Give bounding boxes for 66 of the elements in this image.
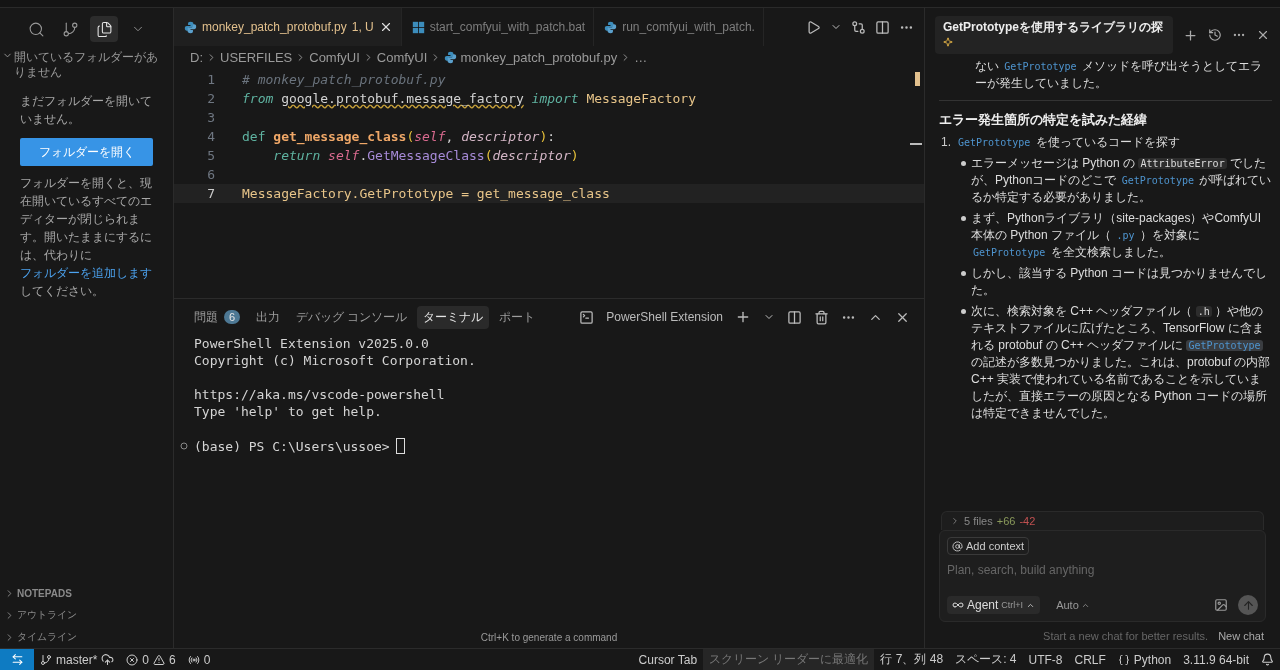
chat-input[interactable]: Plan, search, build anything (947, 561, 1258, 589)
list-item: 次に、検索対象を C++ ヘッダファイル（ .h ）や他のテキストファイルに広げたところ、TensorFlow に含まれる protobuf の C++ ヘッダファイルに GetPrototype の記述が多数見つかりました。これは、protobuf の内部 C++ 実装で使われている名前であることを示していましたが、直接エラーの原因となる Python コードの場所は特定できませんでした。 (971, 303, 1272, 422)
branch-status[interactable]: master* (34, 649, 121, 670)
status-item[interactable]: CRLF (1068, 649, 1112, 670)
status-item[interactable]: 行 7、列 48 (874, 649, 950, 670)
breadcrumb[interactable]: ComfyUI (309, 49, 360, 65)
chat-heading: エラー発生箇所の特定を試みた経緯 (939, 111, 1148, 128)
breadcrumb[interactable]: … (634, 49, 648, 65)
files-summary[interactable]: 5 files +66 -42 (941, 511, 1264, 530)
line-number: 4 (206, 129, 216, 144)
list-item: まず、Pythonライブラリ（site-packages）やComfyUI本体の Python ファイル（ .py ）を対象に GetPrototype を全文検索しました。 (971, 210, 1263, 261)
agent-mode-button[interactable]: Agent Ctrl+I (947, 596, 1041, 614)
list-number: 1. (941, 134, 951, 151)
code-line: return self.GetMessageClass(descriptor) (272, 148, 579, 163)
terminal-line: Copyright (c) Microsoft Corporation. (194, 353, 477, 370)
terminal-line: https://aka.ms/vscode-powershell (194, 387, 446, 404)
language-status[interactable]: Python (1111, 649, 1178, 670)
status-item[interactable]: スペース: 4 (949, 649, 1023, 670)
add-folder-link[interactable]: フォルダーを追加します (20, 266, 152, 280)
list-item: エラーメッセージは Python の AttributeError でしたが、Pythonコードのどこで GetPrototype が呼ばれているか特定する必要がありました。 (971, 155, 1272, 206)
line-number: 6 (206, 167, 216, 182)
problems-status[interactable]: 0 6 (120, 649, 182, 670)
list-item: GetPrototype を使っているコードを探す (957, 134, 1180, 151)
panel-tab[interactable]: ポート (493, 305, 542, 329)
panel-tab[interactable]: デバッグ コンソール (290, 305, 414, 329)
ports-status[interactable]: 0 (181, 649, 217, 670)
new-chat-link[interactable]: New chat (1218, 630, 1264, 642)
status-item[interactable]: 3.11.9 64-bit (1177, 649, 1255, 670)
panel-tab[interactable]: ターミナル (417, 305, 490, 329)
breadcrumb[interactable]: ComfyUI (376, 49, 428, 65)
line-number: 7 (206, 186, 216, 201)
breadcrumb[interactable]: USERFILES (220, 49, 293, 65)
terminal-hint: Ctrl+K to generate a command (479, 632, 619, 645)
terminal-prompt: (base) PS C:\Users\ussoe> (194, 438, 390, 454)
line-number: 2 (206, 91, 216, 106)
terminal-line: PowerShell Extension v2025.0.0 (194, 336, 430, 353)
line-number: 3 (206, 110, 216, 125)
editor-tab[interactable]: monkey_patch_protobuf.py 1, U (174, 8, 402, 46)
breadcrumb[interactable]: monkey_patch_protobuf.py (460, 49, 618, 65)
count-badge: 6 (224, 310, 241, 324)
new-chat-hint: Start a new chat for better results. (1043, 630, 1209, 642)
chat-paragraph: ない GetPrototype メソッドを呼び出そうとしてエラーが発生していました。 (974, 58, 1263, 92)
chat-composer[interactable]: Add context Plan, search, build anything Agent Ctrl+I Auto (939, 530, 1266, 622)
panel-tab[interactable]: 問題 6 (188, 305, 247, 329)
section-header[interactable]: タイムライン (0, 626, 173, 648)
line-number: 1 (206, 72, 216, 87)
terminal-line: Type 'help' to get help. (194, 404, 383, 421)
terminal-name[interactable]: PowerShell Extension (606, 310, 723, 324)
panel-tab[interactable]: 出力 (250, 305, 287, 329)
section-header[interactable]: アウトライン (0, 604, 173, 626)
status-item[interactable]: UTF-8 (1022, 649, 1069, 670)
section-header[interactable]: 開いているフォルダーがありません (0, 46, 173, 84)
code-line: # monkey_patch_protobuf.py (242, 72, 446, 87)
add-context-button[interactable]: Add context (947, 537, 1030, 555)
status-item[interactable]: Cursor Tab (632, 649, 704, 670)
folder-note: フォルダーを開くと、現在開いているすべてのエディターが閉じられます。開いたままにするには、代わりに フォルダーを追加します してください。 (20, 175, 153, 300)
chat-title[interactable]: GetPrototypeを使用するライブラリの探 (935, 16, 1173, 54)
code-line: MessageFactory.GetPrototype = get_message_class (242, 186, 610, 201)
breadcrumb[interactable]: D: (190, 49, 203, 65)
line-number: 5 (206, 148, 216, 163)
empty-message: まだフォルダーを開いていません。 (20, 93, 153, 128)
code-line: def get_message_class(self, descriptor): (242, 129, 556, 144)
section-header[interactable]: NOTEPADS (0, 582, 173, 604)
code-line: from google.protobuf.message_factory import MessageFactory (242, 91, 696, 106)
list-item: しかし、該当する Python コードは見つかりませんでした。 (971, 265, 1269, 299)
model-button[interactable]: Auto (1050, 598, 1096, 612)
